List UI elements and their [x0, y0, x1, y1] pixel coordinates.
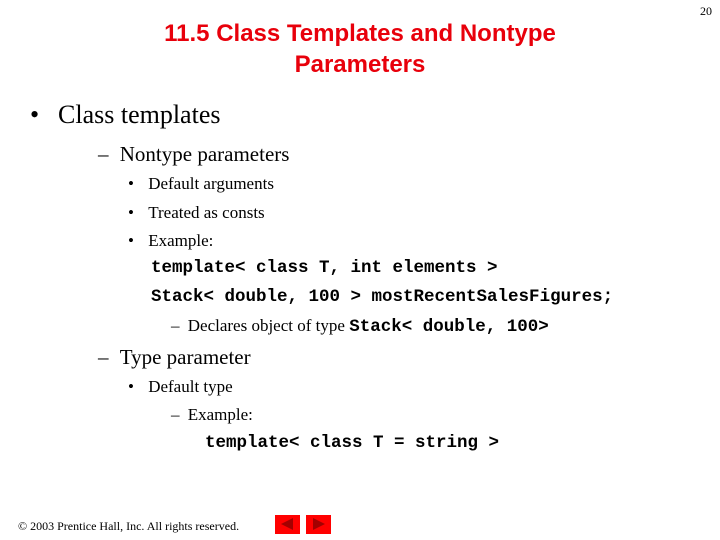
item-example: • Example: [128, 231, 214, 250]
dash-icon: – [98, 142, 109, 166]
slide-title-line2: Parameters [294, 51, 426, 78]
next-slide-button[interactable] [306, 515, 331, 534]
item-treated-as-consts: • Treated as consts [128, 203, 265, 222]
subbullet-nontype-parameters: – Nontype parameters [98, 142, 290, 166]
subbullet-type-parameter: – Type parameter [98, 345, 251, 369]
bullet-icon: • [128, 203, 134, 222]
next-slide-icon [313, 518, 325, 530]
code-stack-declaration: Stack< double, 100 > mostRecentSalesFigu… [151, 287, 614, 307]
declares-code: Stack< double, 100> [349, 317, 549, 337]
item-example-2: – Example: [171, 405, 253, 424]
item-declares-object: – Declares object of type Stack< double,… [171, 316, 549, 337]
bullet-icon: • [128, 174, 134, 193]
bullet-icon: • [128, 377, 134, 396]
bullet-icon: • [30, 100, 40, 129]
previous-slide-icon [281, 518, 293, 530]
item-default-type: • Default type [128, 377, 233, 396]
code-default-type: template< class T = string > [205, 433, 500, 453]
dash-icon: – [98, 345, 109, 369]
code-template-declaration: template< class T, int elements > [151, 258, 498, 278]
dash-icon: – [171, 316, 180, 335]
page-number: 20 [700, 4, 712, 18]
slide-title-line1: 11.5 Class Templates and Nontype [164, 20, 556, 47]
slide-title: 11.5 Class Templates and Nontype Paramet… [60, 18, 660, 80]
item-default-arguments: • Default arguments [128, 174, 274, 193]
dash-icon: – [171, 405, 180, 424]
bullet-icon: • [128, 231, 134, 250]
previous-slide-button[interactable] [275, 515, 300, 534]
copyright-footer: © 2003 Prentice Hall, Inc. All rights re… [18, 519, 240, 533]
